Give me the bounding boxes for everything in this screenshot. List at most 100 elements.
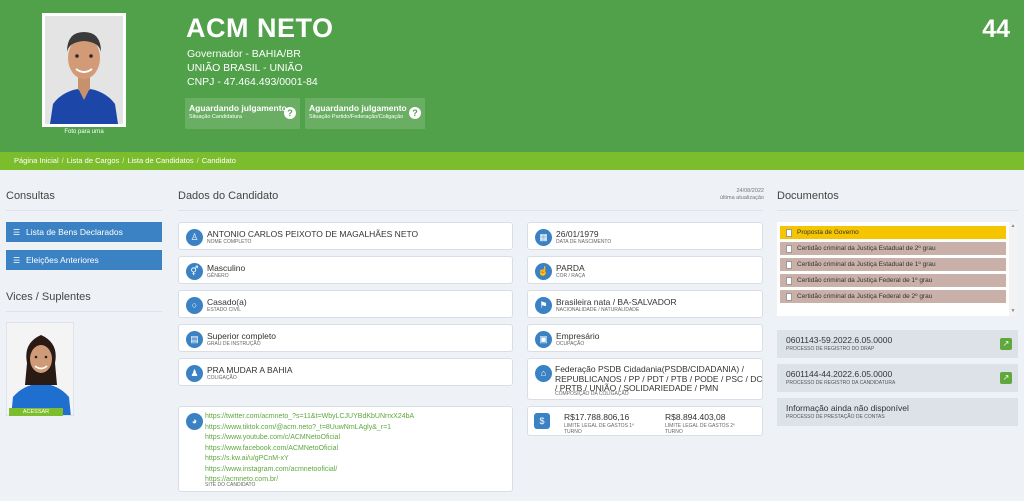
- breadcrumb-home-link[interactable]: Página Inicial: [14, 156, 59, 165]
- field-label: COLIGAÇÃO: [207, 375, 237, 381]
- candidate-header: Foto para urna ACM NETO 44 Governador - …: [0, 0, 1024, 152]
- field-value: Superior completo: [207, 331, 276, 341]
- last-update: 24/08/2022 última atualização: [720, 188, 764, 202]
- documents-scrollbar[interactable]: ▲ ▼: [1009, 222, 1017, 316]
- breadcrumb-candidatos-link[interactable]: Lista de Candidatos: [127, 156, 193, 165]
- candidate-number: 44: [982, 15, 1010, 43]
- process-drap: 0601143-59.2022.6.05.0000 PROCESSO DE RE…: [777, 330, 1018, 358]
- spending-label: TURNO: [564, 429, 582, 435]
- status-subtitle: Situação Candidatura: [189, 114, 242, 120]
- field-value: Masculino: [207, 263, 246, 273]
- site-link-kwai[interactable]: https://s.kw.ai/u/gPCnM-xY: [205, 454, 414, 465]
- update-date: 24/08/2022: [736, 188, 764, 194]
- field-label: GRAU DE INSTRUÇÃO: [207, 341, 261, 347]
- scroll-down-icon[interactable]: ▼: [1009, 308, 1017, 314]
- consultas-title: Consultas: [6, 190, 55, 202]
- breadcrumb-current: Candidato: [201, 156, 236, 165]
- site-link-tiktok[interactable]: https://www.tiktok.com/@acm.neto?_t=8Uuw…: [205, 423, 414, 434]
- status-subtitle: Situação Partido/Federação/Coligação: [309, 114, 404, 120]
- field-value: Brasileira nata / BA-SALVADOR: [556, 297, 677, 307]
- help-icon[interactable]: ?: [409, 107, 421, 119]
- candidate-cnpj: CNPJ - 47.464.493/0001-84: [187, 76, 318, 88]
- field-data-nascimento: ▦ 26/01/1979 DATA DE NASCIMENTO: [527, 222, 763, 250]
- divider: [6, 311, 162, 312]
- external-link-icon[interactable]: ↗: [1000, 338, 1012, 350]
- document-label: Proposta de Governo: [797, 229, 859, 236]
- divider: [6, 210, 162, 211]
- process-number: 0601144-44.2022.6.05.0000: [786, 369, 893, 379]
- site-link-youtube[interactable]: https://www.youtube.com/c/ACMNetoOficial: [205, 433, 414, 444]
- field-label: ESTADO CIVIL: [207, 307, 242, 313]
- field-nome-completo: ♙ ANTONIO CARLOS PEIXOTO DE MAGALHÃES NE…: [178, 222, 513, 250]
- vice-access-button[interactable]: ACESSAR: [9, 408, 63, 416]
- document-certidao-estadual-1[interactable]: Certidão criminal da Justiça Estadual de…: [780, 258, 1006, 271]
- field-label: SITE DO CANDIDATO: [205, 482, 256, 488]
- spending-value: R$17.788.806,16: [564, 412, 630, 422]
- field-label: DATA DE NASCIMENTO: [556, 239, 612, 245]
- field-value: ANTONIO CARLOS PEIXOTO DE MAGALHÃES NETO: [207, 229, 419, 239]
- status-candidatura-button[interactable]: Aguardando julgamento Situação Candidatu…: [185, 98, 300, 129]
- site-link-facebook[interactable]: https://www.facebook.com/ACMNetoOficial: [205, 444, 414, 455]
- document-label: Certidão criminal da Justiça Estadual de…: [797, 261, 936, 268]
- divider: [178, 210, 763, 211]
- dados-title: Dados do Candidato: [178, 190, 279, 202]
- file-icon: [786, 261, 792, 269]
- ring-icon: ○: [186, 297, 203, 314]
- help-icon[interactable]: ?: [284, 107, 296, 119]
- candidate-name: ACM NETO: [186, 13, 334, 43]
- site-link-twitter[interactable]: https://twitter.com/acmneto_?s=11&t=WbyL…: [205, 412, 414, 423]
- briefcase-icon: ▣: [535, 331, 552, 348]
- field-ocupacao: ▣ Empresário OCUPAÇÃO: [527, 324, 763, 352]
- document-certidao-federal-1[interactable]: Certidão criminal da Justiça Federal de …: [780, 274, 1006, 287]
- book-icon: ▤: [186, 331, 203, 348]
- update-label: última atualização: [719, 195, 764, 201]
- external-link-icon[interactable]: ↗: [1000, 372, 1012, 384]
- gender-icon: ⚥: [186, 263, 203, 280]
- dollar-icon: $: [534, 413, 550, 429]
- candidate-photo: [42, 13, 126, 127]
- field-value: PARDA: [556, 263, 585, 273]
- field-value: Casado(a): [207, 297, 247, 307]
- process-label: PROCESSO DE PRESTAÇÃO DE CONTAS: [786, 414, 885, 420]
- field-label: NOME COMPLETO: [207, 239, 252, 245]
- list-icon: ☰: [13, 256, 21, 265]
- scroll-up-icon[interactable]: ▲: [1009, 223, 1017, 229]
- spending-second-round: R$8.894.403,08 LIMITE LEGAL DE GASTOS 2º…: [665, 412, 735, 435]
- eleicoes-anteriores-button[interactable]: ☰ Eleições Anteriores: [6, 250, 162, 270]
- field-label: OCUPAÇÃO: [556, 341, 585, 347]
- document-certidao-federal-2[interactable]: Certidão criminal da Justiça Federal de …: [780, 290, 1006, 303]
- candidate-party: UNIÃO BRASIL - UNIÃO: [187, 62, 303, 74]
- field-nacionalidade: ⚑ Brasileira nata / BA-SALVADOR NACIONAL…: [527, 290, 763, 318]
- site-list: https://twitter.com/acmneto_?s=11&t=WbyL…: [205, 412, 414, 486]
- spending-label: TURNO: [665, 429, 683, 435]
- field-value: 26/01/1979: [556, 229, 599, 239]
- breadcrumb-separator: /: [196, 156, 199, 165]
- document-label: Certidão criminal da Justiça Federal de …: [797, 293, 933, 300]
- candidate-photo-image: [45, 16, 123, 124]
- field-label: COMPOSIÇÃO DA COLIGAÇÃO: [555, 391, 629, 397]
- status-partido-button[interactable]: Aguardando julgamento Situação Partido/F…: [305, 98, 425, 129]
- site-link-instagram[interactable]: https://www.instagram.com/acmnetooficial…: [205, 465, 414, 476]
- button-label: Lista de Bens Declarados: [26, 227, 123, 237]
- documents-list: Proposta de Governo Certidão criminal da…: [777, 222, 1017, 316]
- globe-icon: ◕: [186, 413, 203, 430]
- process-label: PROCESSO DE REGISTRO DO DRAP: [786, 346, 875, 352]
- process-number: Informação ainda não disponível: [786, 403, 909, 413]
- field-coligacao: ♟ PRA MUDAR A BAHIA COLIGAÇÃO: [178, 358, 513, 386]
- hand-icon: ☝: [535, 263, 552, 280]
- user-icon: ♙: [186, 229, 203, 246]
- document-proposta-governo[interactable]: Proposta de Governo: [780, 226, 1006, 239]
- flag-icon: ⚑: [535, 297, 552, 314]
- document-certidao-estadual-2[interactable]: Certidão criminal da Justiça Estadual de…: [780, 242, 1006, 255]
- spending-value: R$8.894.403,08: [665, 412, 726, 422]
- bens-declarados-button[interactable]: ☰ Lista de Bens Declarados: [6, 222, 162, 242]
- status-title: Aguardando julgamento: [309, 103, 407, 113]
- breadcrumb-separator: /: [61, 156, 64, 165]
- breadcrumb-cargos-link[interactable]: Lista de Cargos: [67, 156, 120, 165]
- field-genero: ⚥ Masculino GÊNERO: [178, 256, 513, 284]
- field-grau-instrucao: ▤ Superior completo GRAU DE INSTRUÇÃO: [178, 324, 513, 352]
- list-icon: ☰: [13, 228, 21, 237]
- field-estado-civil: ○ Casado(a) ESTADO CIVIL: [178, 290, 513, 318]
- building-icon: ⌂: [535, 365, 552, 382]
- photo-caption: Foto para urna: [64, 129, 104, 135]
